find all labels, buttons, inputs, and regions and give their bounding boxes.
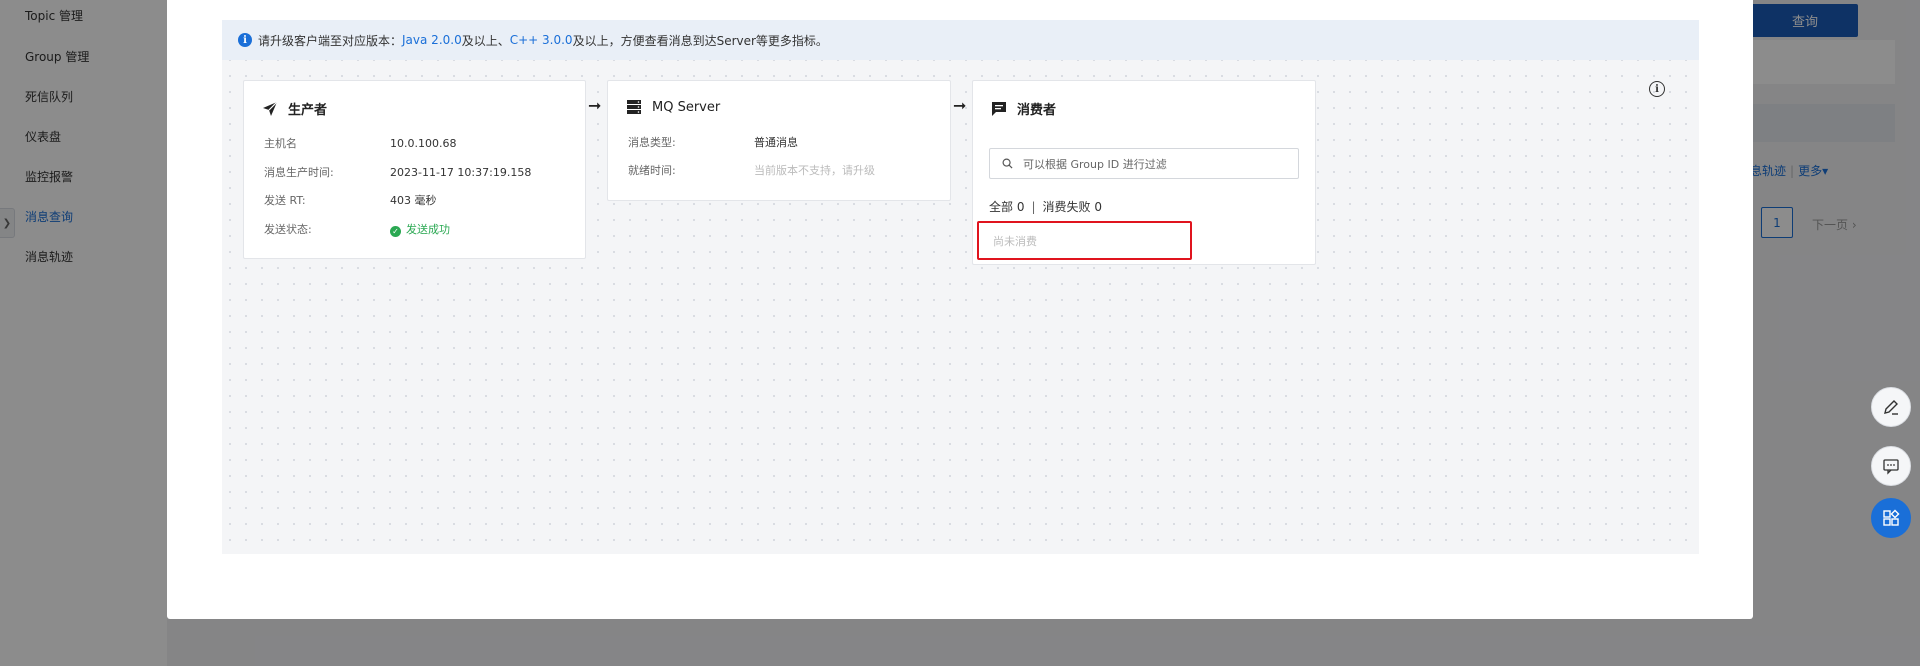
- consumer-title: 消费者: [991, 99, 1056, 118]
- divider: |: [1031, 200, 1036, 214]
- notice-prefix: 请升级客户端至对应版本：: [258, 33, 403, 48]
- search-icon: [1002, 158, 1013, 169]
- field-value: 普通消息: [754, 136, 798, 149]
- producer-title-label: 生产者: [288, 103, 328, 118]
- field-key: 主机名: [264, 137, 297, 150]
- count-all[interactable]: 全部 0: [989, 200, 1024, 214]
- arrow-right-icon: ➞: [588, 96, 602, 115]
- send-icon: [262, 101, 278, 117]
- feedback-float-button[interactable]: [1871, 446, 1911, 486]
- info-icon: i: [238, 33, 252, 47]
- server-title-label: MQ Server: [652, 99, 721, 115]
- group-filter-input[interactable]: 可以根据 Group ID 进行过滤: [989, 148, 1299, 179]
- notice-mid: 及以上、: [461, 33, 510, 48]
- upgrade-notice: i 请升级客户端至对应版本： Java 2.0.0 及以上、 C++ 3.0.0 及以上…: [222, 20, 1699, 60]
- producer-title: 生产者: [262, 99, 327, 118]
- notice-suffix: 及以上，方便查看消息到达Server等更多指标。: [572, 33, 828, 48]
- field-key: 发送 RT:: [264, 194, 306, 207]
- field-value: 10.0.100.68: [390, 137, 457, 150]
- empty-text: 尚未消费: [993, 234, 1037, 248]
- consumer-card: 消费者 可以根据 Group ID 进行过滤 全部 0 | 消费失败 0 尚未消费: [972, 80, 1316, 265]
- check-circle-icon: ✓: [390, 226, 401, 237]
- arrow-right-icon: ➞: [953, 96, 967, 115]
- info-icon[interactable]: i: [1649, 81, 1665, 97]
- apps-float-button[interactable]: [1871, 498, 1911, 538]
- producer-card: 生产者 主机名 10.0.100.68 消息生产时间: 2023-11-17 10:…: [243, 80, 586, 259]
- server-card: MQ Server 消息类型: 普通消息 就绪时间: 当前版本不支持，请升级: [607, 80, 951, 201]
- filter-placeholder: 可以根据 Group ID 进行过滤: [1023, 157, 1167, 171]
- trace-panel: i 请升级客户端至对应版本： Java 2.0.0 及以上、 C++ 3.0.0 及以上…: [222, 20, 1699, 554]
- producer-field-rt: 发送 RT: 403 毫秒: [264, 192, 437, 208]
- server-field-ready-time: 就绪时间: 当前版本不支持，请升级: [628, 162, 875, 178]
- field-value: 403 毫秒: [390, 194, 437, 207]
- producer-field-time: 消息生产时间: 2023-11-17 10:37:19.158: [264, 164, 531, 180]
- server-title: MQ Server: [626, 99, 720, 115]
- field-key: 就绪时间:: [628, 164, 676, 177]
- producer-field-status: 发送状态: ✓ 发送成功: [264, 221, 450, 237]
- java-version-link[interactable]: Java 2.0.0: [402, 33, 462, 47]
- pen-icon: [1884, 400, 1898, 415]
- status-text: 发送成功: [406, 223, 450, 236]
- server-icon: [626, 99, 642, 115]
- field-value: 当前版本不支持，请升级: [754, 164, 875, 177]
- message-trace-dialog: i 请升级客户端至对应版本： Java 2.0.0 及以上、 C++ 3.0.0 及以上…: [167, 0, 1753, 619]
- count-failed[interactable]: 消费失败 0: [1043, 200, 1102, 214]
- not-consumed-box: 尚未消费: [977, 221, 1192, 260]
- field-key: 发送状态:: [264, 223, 312, 236]
- grid-icon: [1883, 509, 1900, 526]
- cpp-version-link[interactable]: C++ 3.0.0: [510, 33, 573, 47]
- server-field-type: 消息类型: 普通消息: [628, 134, 798, 150]
- status-success: ✓ 发送成功: [390, 223, 450, 237]
- consumer-title-label: 消费者: [1017, 103, 1057, 118]
- field-value: 2023-11-17 10:37:19.158: [390, 166, 532, 179]
- message-icon: [991, 101, 1007, 117]
- consume-counts: 全部 0 | 消费失败 0: [989, 198, 1102, 215]
- edit-float-button[interactable]: [1871, 387, 1911, 427]
- chat-icon: [1883, 459, 1899, 475]
- field-key: 消息生产时间:: [264, 166, 334, 179]
- field-key: 消息类型:: [628, 136, 676, 149]
- producer-field-host: 主机名 10.0.100.68: [264, 135, 456, 151]
